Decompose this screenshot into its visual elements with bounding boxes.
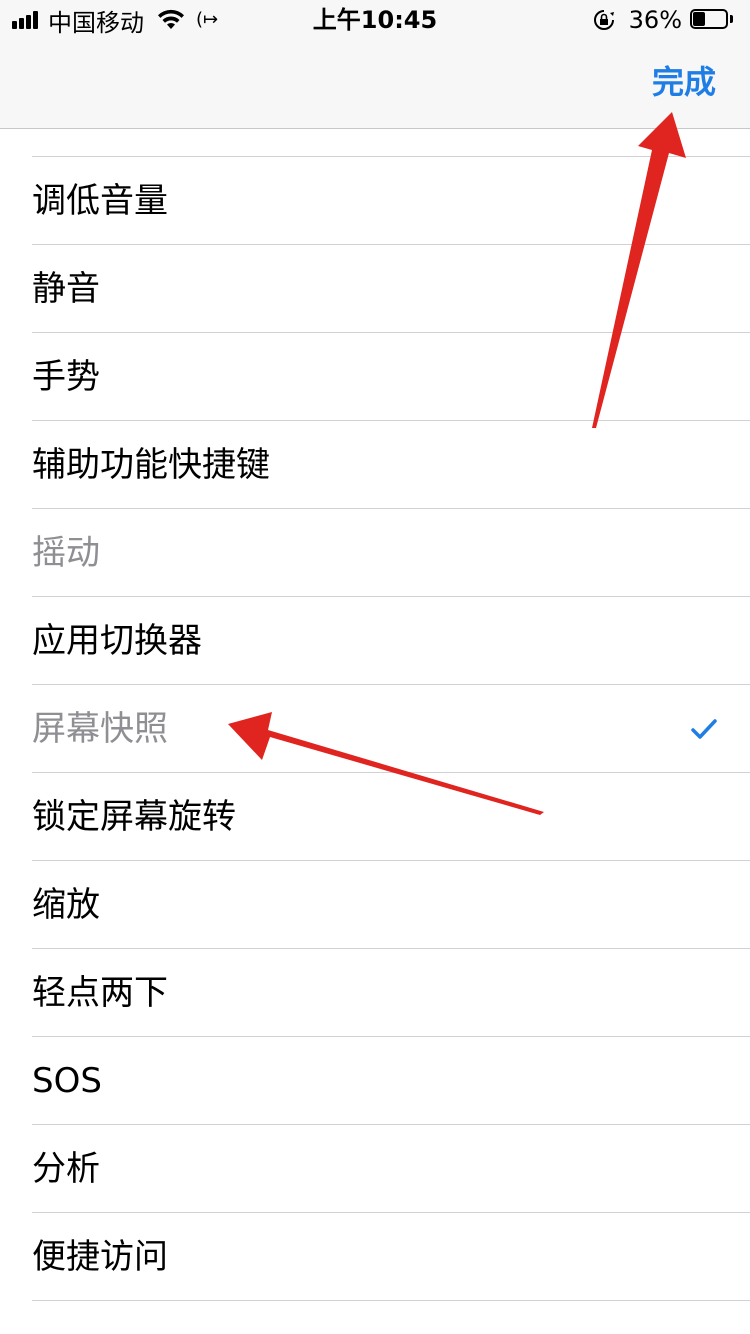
list-item-label: 轻点两下: [32, 973, 168, 1013]
battery-icon: [690, 9, 734, 31]
list-item[interactable]: 手势: [0, 333, 750, 421]
list-item: 摇动: [0, 509, 750, 597]
checkmark-icon: [691, 719, 717, 739]
list-item: 屏幕快照: [0, 685, 750, 773]
list-item[interactable]: 锁定屏幕旋转: [0, 773, 750, 861]
battery-percent: 36%: [628, 6, 682, 34]
list-item-label: 辅助功能快捷键: [32, 445, 270, 485]
list-item[interactable]: 分析: [0, 1125, 750, 1213]
list-item-label: 屏幕快照: [32, 709, 168, 749]
list-item-label: 手势: [32, 357, 100, 397]
list-item-label: 摇动: [32, 533, 100, 573]
status-bar: 中国移动 (↦ 上午10:45 36%: [0, 0, 750, 40]
list-item-top-partial: [0, 129, 750, 157]
list-item[interactable]: 便捷访问: [0, 1213, 750, 1301]
status-right: 36%: [593, 6, 734, 34]
list-item[interactable]: 静音: [0, 245, 750, 333]
row-separator: [32, 1300, 750, 1301]
list-item-label: 锁定屏幕旋转: [32, 797, 236, 837]
list-item-label: 缩放: [32, 885, 100, 925]
list-item[interactable]: 调低音量: [0, 157, 750, 245]
nav-bar: 完成: [0, 40, 750, 129]
list-item[interactable]: 轻点两下: [0, 949, 750, 1037]
rotation-lock-icon: [593, 10, 614, 30]
list-item[interactable]: 辅助功能快捷键: [0, 421, 750, 509]
list-item[interactable]: 应用切换器: [0, 597, 750, 685]
list-item[interactable]: SOS: [0, 1037, 750, 1125]
list-item-label: SOS: [32, 1061, 102, 1101]
list-item-label: 分析: [32, 1149, 100, 1189]
list-item[interactable]: 缩放: [0, 861, 750, 949]
list-item-label: 调低音量: [32, 181, 168, 221]
list-item-label: 静音: [32, 269, 100, 309]
list-item-label: 便捷访问: [32, 1237, 168, 1277]
done-button[interactable]: 完成: [652, 62, 716, 102]
action-list: 调低音量静音手势辅助功能快捷键 摇动应用切换器屏幕快照锁定屏幕旋转 缩放轻点两下 SO…: [0, 129, 750, 1334]
list-item-label: 应用切换器: [32, 621, 202, 661]
